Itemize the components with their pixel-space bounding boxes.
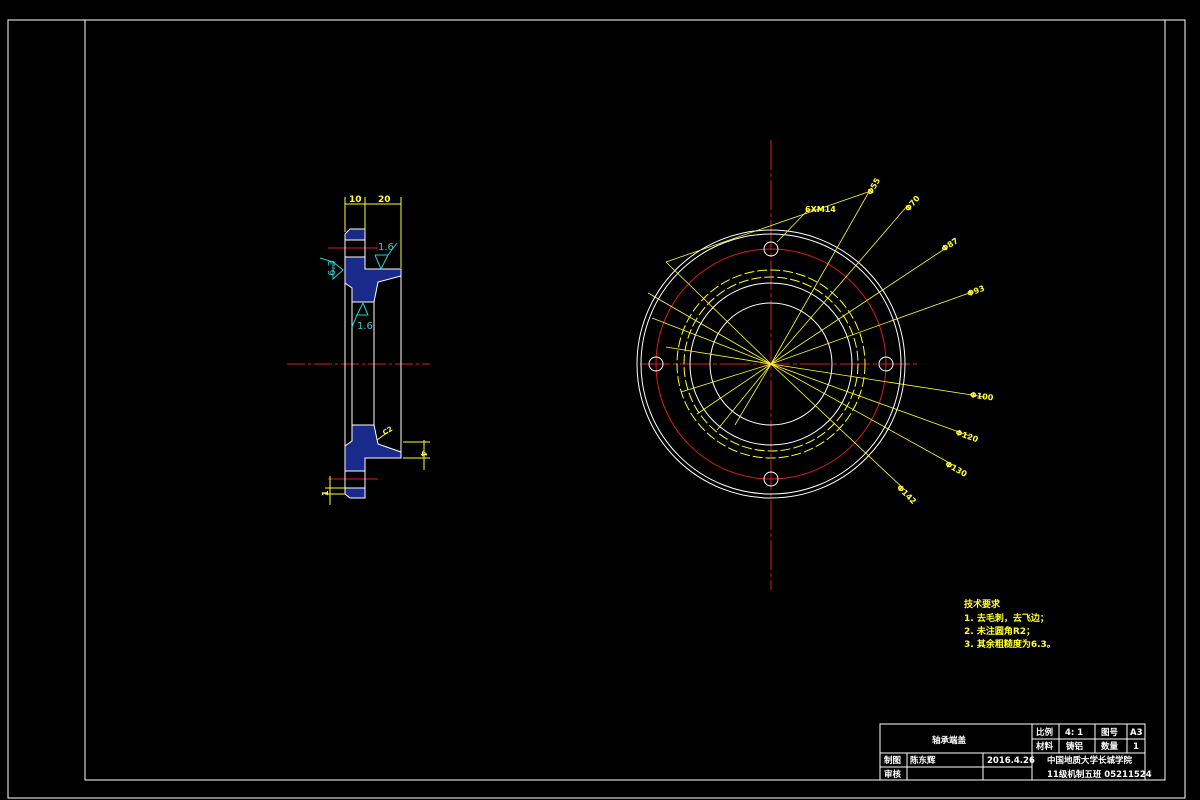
roughness-top: 1.6 xyxy=(378,242,394,253)
drawing-frame xyxy=(84,19,1166,781)
tech-item: 2. 未注圆角R2； xyxy=(964,625,1035,637)
tech-item: 3. 其余粗糙度为6.3。 xyxy=(964,638,1056,650)
label-dia: Φ55 xyxy=(865,176,882,196)
class-id: 11级机制五班 05211524 xyxy=(1047,769,1152,780)
hatch-flange-bottom xyxy=(344,487,366,499)
roughness-left: 6.3 xyxy=(327,260,338,276)
material-value: 铸铝 xyxy=(1066,741,1083,752)
quantity-value: 1 xyxy=(1133,742,1139,752)
tech-item: 1. 去毛刺，去飞边； xyxy=(964,612,1049,624)
label-dia: Φ100 xyxy=(969,390,994,402)
front-view: 6XM14 Φ55 Φ70 Φ87 Φ93 Φ100 Φ120 Φ130 Φ14… xyxy=(636,140,994,590)
dim-bottom-step: 1 xyxy=(321,490,330,496)
cad-drawing: 10 20 4 1 C2 1.6 6.3 1.6 6XM14 Φ55 Φ70 Φ… xyxy=(7,19,1186,799)
label-dia: Φ130 xyxy=(944,459,969,479)
drawn-date: 2016.4.26 xyxy=(987,756,1035,766)
roughness-bore: 1.6 xyxy=(357,321,373,332)
tech-title: 技术要求 xyxy=(964,598,1001,610)
dim-chamfer: C2 xyxy=(381,425,394,437)
label-dia: Φ93 xyxy=(966,284,986,299)
outer-border xyxy=(7,19,1186,799)
hatch-hub-top xyxy=(344,256,402,303)
label-dia: Φ142 xyxy=(895,483,918,506)
drawn-label: 制图 xyxy=(884,755,901,766)
quantity-label: 数量 xyxy=(1101,741,1119,752)
drawing-no-label: 图号 xyxy=(1101,728,1119,738)
label-dia: Φ70 xyxy=(903,193,922,213)
dim-step: 4 xyxy=(419,451,428,457)
tech-requirements: 技术要求 1. 去毛刺，去飞边； 2. 未注圆角R2； 3. 其余粗糙度为6.3… xyxy=(964,598,1056,650)
scale-value: 4: 1 xyxy=(1065,728,1083,738)
material-label: 材料 xyxy=(1035,741,1054,752)
section-view: 10 20 4 1 C2 1.6 6.3 1.6 xyxy=(287,195,430,505)
dim-flange-width: 10 xyxy=(349,195,362,205)
school-name: 中国地质大学长城学院 xyxy=(1047,755,1133,766)
part-name: 轴承端盖 xyxy=(932,735,967,746)
label-thread: 6XM14 xyxy=(805,205,836,214)
label-dia: Φ87 xyxy=(940,236,960,253)
leader-lines xyxy=(647,189,986,491)
dim-hub-width: 20 xyxy=(378,195,391,205)
checked-label: 审核 xyxy=(884,769,902,780)
scale-label: 比例 xyxy=(1036,727,1054,738)
drawing-no-value: A3 xyxy=(1130,728,1143,738)
label-dia: Φ120 xyxy=(954,428,980,445)
hatch-flange-top xyxy=(344,228,366,241)
drawn-by: 陈东辉 xyxy=(910,755,936,766)
